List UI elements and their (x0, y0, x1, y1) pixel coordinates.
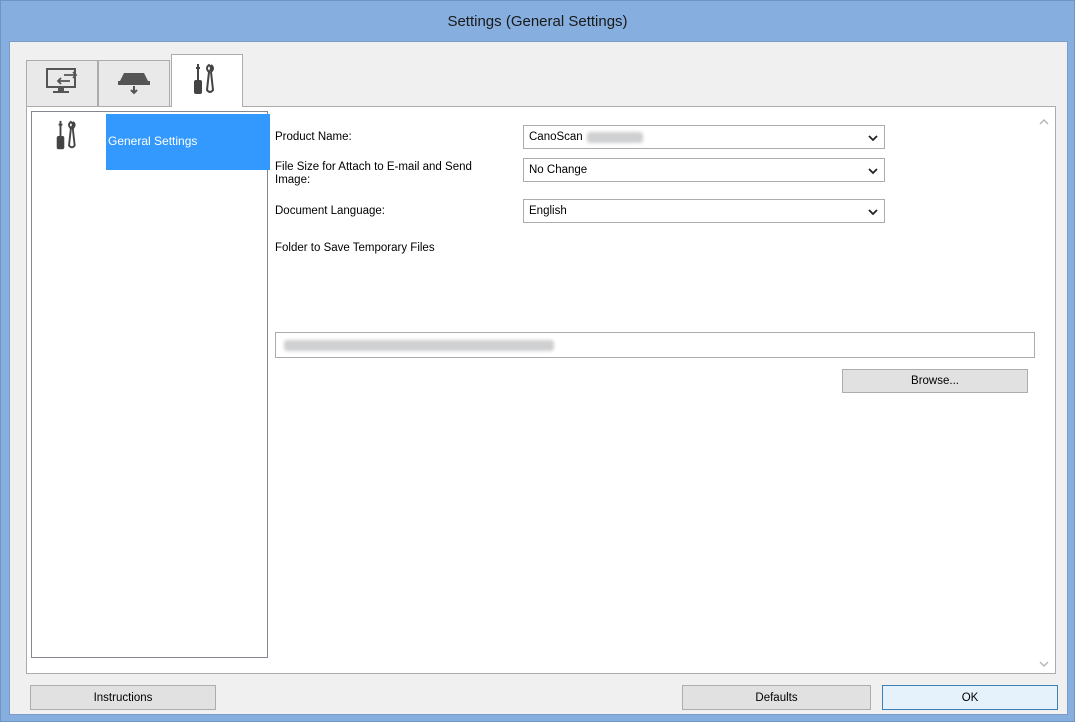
ok-button[interactable]: OK (882, 685, 1058, 710)
tab-panel: General Settings Product Name: CanoScan … (26, 106, 1056, 674)
defaults-button[interactable]: Defaults (682, 685, 871, 710)
redacted-folder-path (284, 340, 554, 351)
scanner-icon (116, 67, 152, 100)
document-language-value: English (529, 205, 567, 217)
file-size-select[interactable]: No Change (523, 158, 885, 182)
window-client-area: General Settings Product Name: CanoScan … (9, 41, 1068, 715)
chevron-down-icon (868, 207, 878, 219)
document-language-select[interactable]: English (523, 199, 885, 223)
temp-folder-label: Folder to Save Temporary Files (275, 242, 435, 254)
computer-scan-icon (44, 67, 80, 100)
tools-icon (52, 116, 86, 156)
tab-scan-from-computer[interactable] (26, 60, 98, 106)
tab-general-settings[interactable] (171, 54, 243, 107)
settings-category-list: General Settings (31, 111, 270, 658)
settings-window: Settings (General Settings) General Sett… (0, 0, 1075, 722)
instructions-button[interactable]: Instructions (30, 685, 216, 710)
scroll-down-icon[interactable] (1039, 657, 1049, 667)
file-size-value: No Change (529, 164, 588, 176)
chevron-down-icon (868, 133, 878, 145)
window-title: Settings (General Settings) (447, 12, 628, 30)
temp-folder-path-field[interactable] (275, 332, 1035, 358)
browse-button[interactable]: Browse... (842, 369, 1028, 393)
tools-icon (189, 62, 225, 101)
file-size-label: File Size for Attach to E-mail and Send … (275, 161, 472, 186)
tab-scan-from-operation-panel[interactable] (98, 60, 170, 106)
product-name-value: CanoScan (529, 131, 583, 143)
product-name-select[interactable]: CanoScan (523, 125, 885, 149)
title-bar[interactable]: Settings (General Settings) (1, 1, 1074, 41)
product-name-label: Product Name: (275, 131, 352, 143)
sidebar-item-label: General Settings (106, 114, 270, 170)
document-language-label: Document Language: (275, 205, 385, 217)
chevron-down-icon (868, 166, 878, 178)
redacted-model-name (586, 131, 643, 143)
scroll-up-icon[interactable] (1039, 115, 1049, 125)
